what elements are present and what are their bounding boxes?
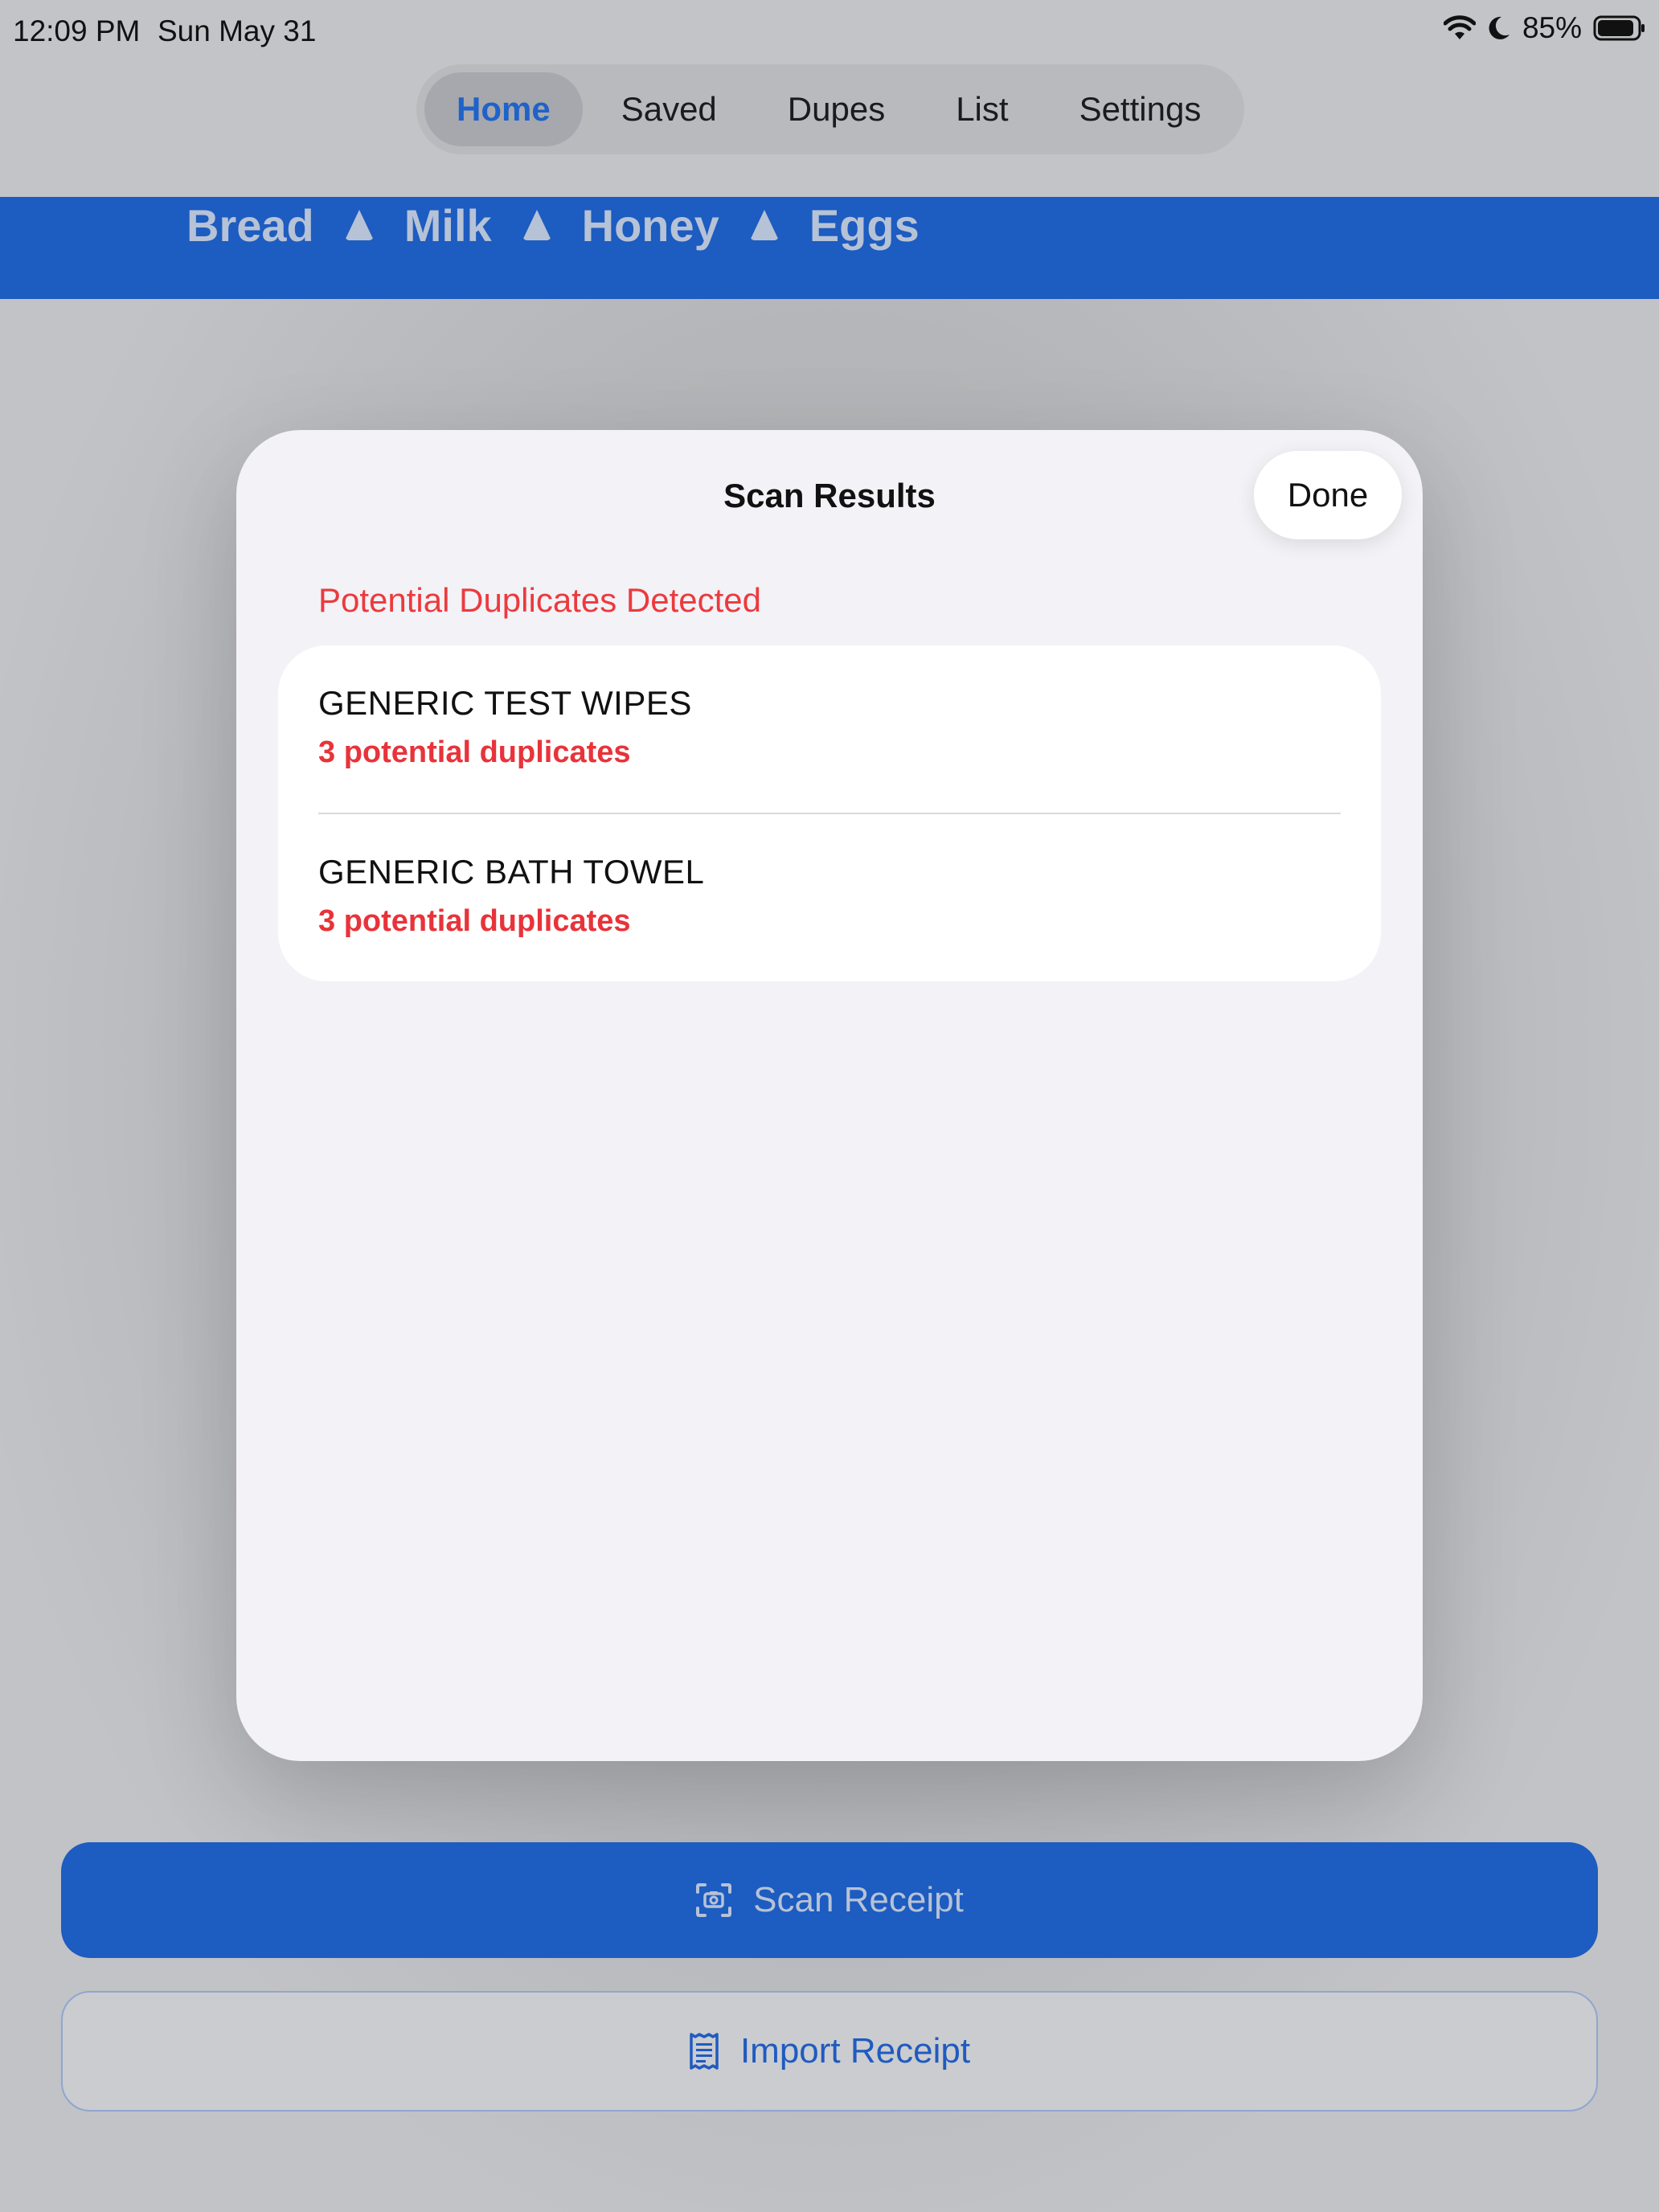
import-receipt-button[interactable]: Import Receipt bbox=[61, 1991, 1598, 2112]
done-button[interactable]: Done bbox=[1254, 451, 1402, 539]
list-item[interactable]: GENERIC BATH TOWEL 3 potential duplicate… bbox=[318, 853, 1341, 939]
tab-settings[interactable]: Settings bbox=[1047, 72, 1234, 146]
duplicate-count: 3 potential duplicates bbox=[318, 735, 631, 769]
tab-home[interactable]: Home bbox=[424, 72, 583, 146]
battery-percentage: 85% bbox=[1522, 11, 1582, 44]
scan-receipt-label: Scan Receipt bbox=[753, 1880, 964, 1919]
wifi-icon bbox=[1443, 15, 1476, 41]
duplicate-count: 3 potential duplicates bbox=[318, 904, 631, 938]
moon-icon bbox=[1487, 15, 1511, 41]
scan-receipt-button[interactable]: Scan Receipt bbox=[61, 1842, 1598, 1958]
divider bbox=[318, 813, 1341, 814]
item-name: GENERIC TEST WIPES bbox=[318, 684, 692, 722]
grocery-banner: Bread Milk Honey Eggs bbox=[0, 197, 1659, 299]
list-item[interactable]: GENERIC TEST WIPES 3 potential duplicate… bbox=[318, 684, 1341, 770]
battery-icon bbox=[1593, 15, 1646, 41]
camera-viewfinder-icon bbox=[695, 1882, 732, 1918]
section-header: Potential Duplicates Detected bbox=[318, 581, 761, 619]
separator-icon bbox=[522, 210, 551, 240]
banner-item: Bread bbox=[186, 199, 314, 251]
status-indicators: 85% bbox=[1443, 11, 1646, 45]
banner-item: Milk bbox=[403, 199, 492, 251]
banner-items: Bread Milk Honey Eggs bbox=[186, 197, 920, 253]
banner-item: Eggs bbox=[809, 199, 920, 251]
tab-dupes[interactable]: Dupes bbox=[756, 72, 917, 146]
receipt-icon bbox=[689, 2032, 719, 2071]
separator-icon bbox=[344, 210, 374, 240]
status-time: 12:09 PM bbox=[13, 14, 141, 47]
sheet-title: Scan Results bbox=[723, 477, 936, 514]
scan-results-sheet: Scan Results Done Potential Duplicates D… bbox=[236, 430, 1423, 1761]
top-tab-bar: Home Saved Dupes List Settings bbox=[416, 64, 1244, 154]
status-bar: 12:09 PM Sun May 31 85% bbox=[0, 0, 1659, 64]
status-date: Sun May 31 bbox=[158, 14, 317, 47]
import-receipt-label: Import Receipt bbox=[739, 2031, 971, 2071]
duplicates-list: GENERIC TEST WIPES 3 potential duplicate… bbox=[278, 645, 1381, 981]
tab-list[interactable]: List bbox=[924, 72, 1040, 146]
separator-icon bbox=[749, 210, 779, 240]
banner-item: Honey bbox=[581, 199, 719, 251]
item-name: GENERIC BATH TOWEL bbox=[318, 853, 705, 891]
tab-saved[interactable]: Saved bbox=[589, 72, 749, 146]
